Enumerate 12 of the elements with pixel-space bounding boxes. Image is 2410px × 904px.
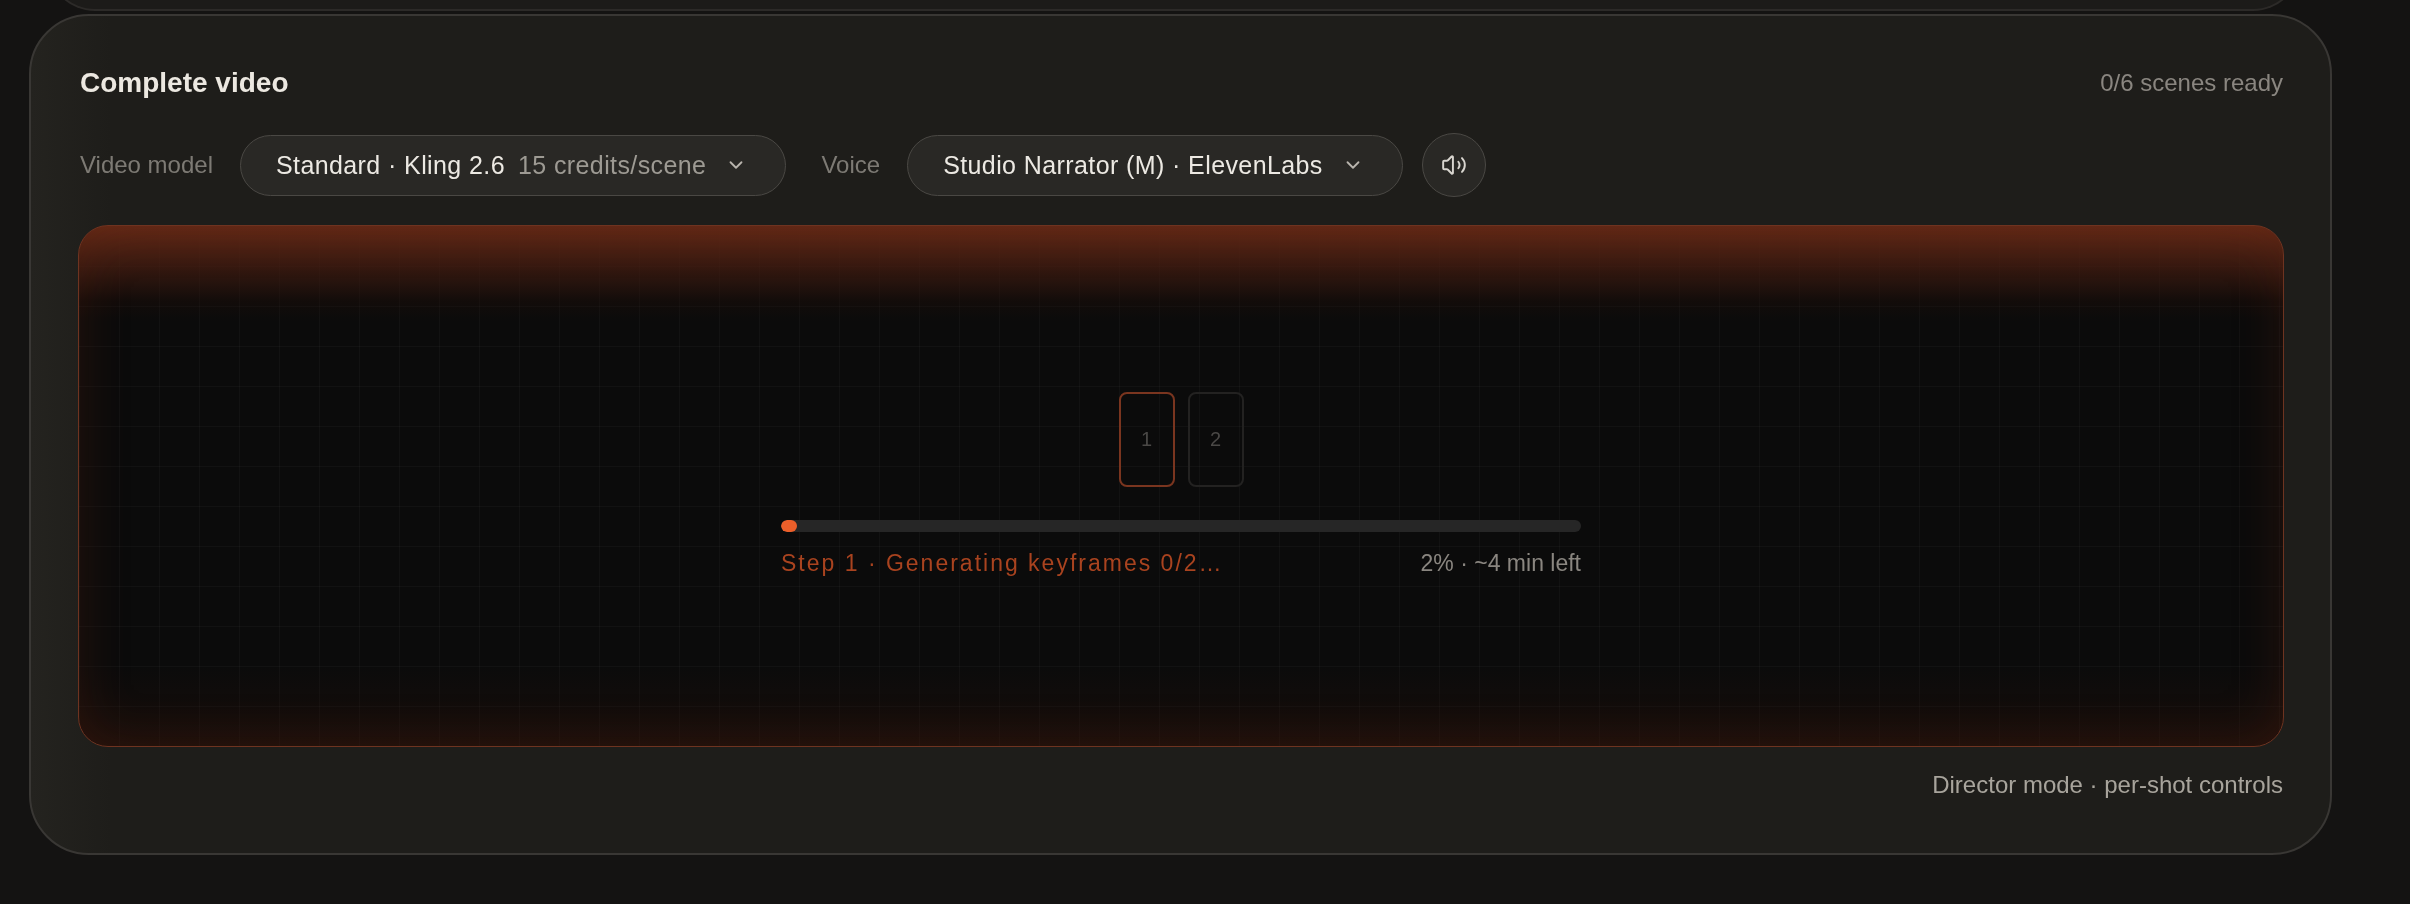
progress-reading: 2% · ~4 min left — [1420, 550, 1581, 577]
dropdown[interactable]: Standard · Kling 2.6 15 credits/scene — [240, 134, 787, 196]
progress-step: Step 1 · Generating keyframes 0/2… — [781, 550, 1224, 577]
card-title: Complete video — [80, 66, 289, 100]
keyframe-tile: 2 — [1187, 392, 1244, 487]
mode-caption: Director mode · per-shot controls — [1932, 771, 2283, 799]
keyframe-tile: 1 — [1118, 392, 1175, 487]
field-label: Voice — [821, 151, 881, 179]
dropdown[interactable]: Studio Narrator (M) · ElevenLabs — [907, 134, 1403, 196]
speaker-icon — [1440, 152, 1467, 178]
scenes-status: 0/6 scenes ready — [2100, 68, 2283, 98]
field-label: Video model — [80, 151, 213, 179]
